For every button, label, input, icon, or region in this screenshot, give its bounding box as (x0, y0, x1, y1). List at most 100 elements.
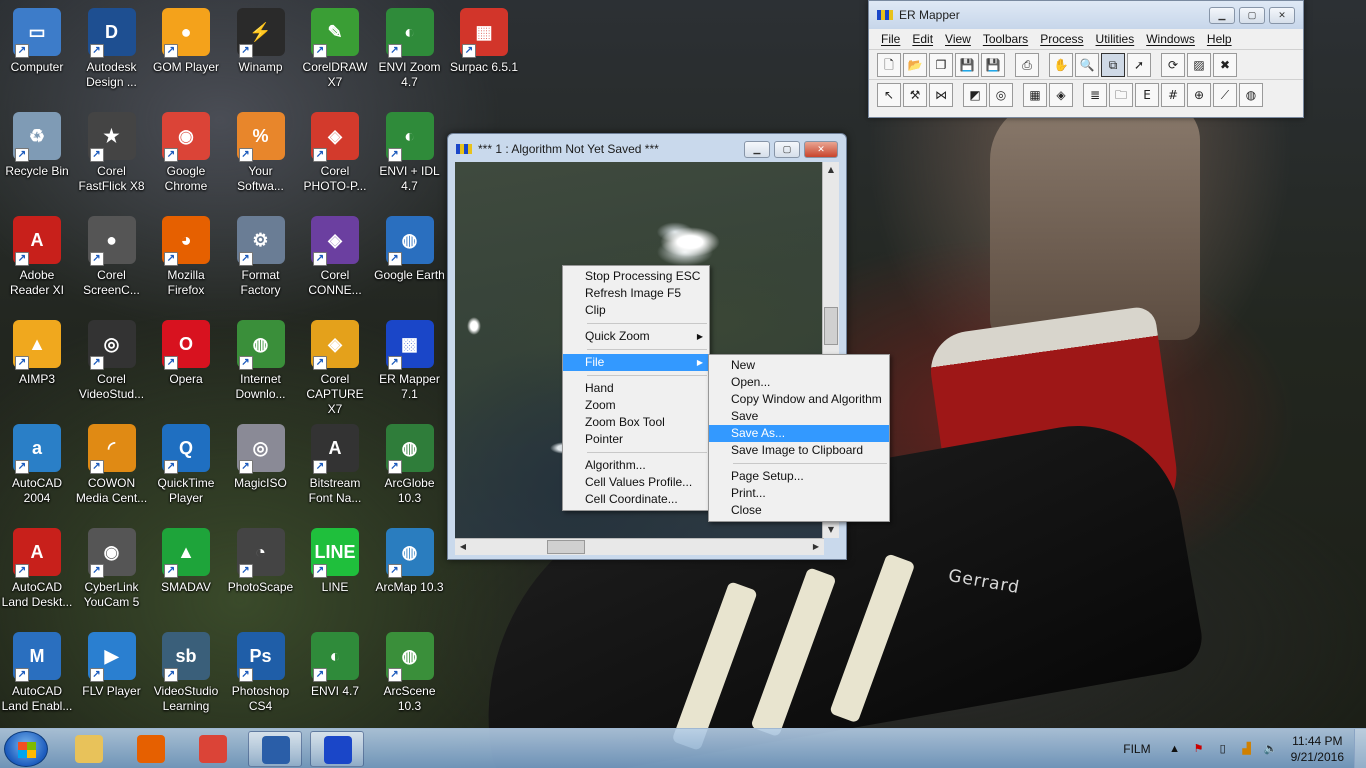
volume-icon[interactable]: 🔈 (1263, 741, 1279, 757)
desktop-icon[interactable]: ● ↗ Corel ScreenC... (75, 208, 149, 308)
folder-layers-icon[interactable]: 🗀 (1109, 82, 1133, 107)
vertical-scroll-thumb[interactable] (824, 307, 838, 345)
er-mapper-main-window[interactable]: ER Mapper ▁ ▢ ✕ File Edit View Toolbars Proc… (868, 0, 1304, 118)
desktop-icon[interactable]: ▩ ↗ ER Mapper 7.1 (373, 312, 447, 412)
menu-item-page-setup[interactable]: Page Setup... (709, 468, 889, 485)
menu-item-zoom[interactable]: Zoom (563, 397, 709, 414)
algorithm-window-titlebar[interactable]: *** 1 : Algorithm Not Yet Saved *** ▁ ▢ … (448, 134, 846, 164)
desktop-icon[interactable]: % ↗ Your Softwa... (224, 104, 298, 204)
menu-item-open[interactable]: Open... (709, 374, 889, 391)
stop-icon[interactable]: ✖ (1213, 52, 1237, 77)
er-minimize-button[interactable]: ▁ (1209, 6, 1235, 24)
desktop-icon[interactable]: D ↗ Autodesk Design ... (75, 0, 149, 100)
scroll-left-arrow-icon[interactable]: ◀ (455, 539, 471, 555)
zoom-icon[interactable]: 🔍 (1075, 52, 1099, 77)
save-icon[interactable]: 💾 (955, 52, 979, 77)
menu-item-save-image-to-clipboard[interactable]: Save Image to Clipboard (709, 442, 889, 459)
desktop-icon[interactable]: ◈ ↗ Corel PHOTO-P... (298, 104, 372, 204)
minimize-button[interactable]: ▁ (744, 140, 770, 158)
menu-item-copy-window-and-algorithm[interactable]: Copy Window and Algorithm (709, 391, 889, 408)
desktop-icon[interactable]: LINE ↗ LINE (298, 520, 372, 620)
taskbar-button-explorer[interactable] (62, 731, 116, 767)
tool-c-icon[interactable]: ⋈ (929, 82, 953, 107)
tool-a-icon[interactable]: ↖ (877, 82, 901, 107)
hand-icon[interactable]: ✋ (1049, 52, 1073, 77)
menu-item-print[interactable]: Print... (709, 485, 889, 502)
new-icon[interactable]: 🗋 (877, 52, 901, 77)
menu-item-file[interactable]: File ▶ (563, 354, 709, 371)
desktop-icon[interactable]: ♻ ↗ Recycle Bin (0, 104, 74, 204)
pointer-icon[interactable]: ➚ (1127, 52, 1151, 77)
menu-item-algorithm[interactable]: Algorithm... (563, 457, 709, 474)
er-mapper-titlebar[interactable]: ER Mapper ▁ ▢ ✕ (869, 1, 1303, 29)
signal-icon[interactable]: ▟ (1239, 741, 1255, 757)
tray-film-label[interactable]: FILM (1123, 742, 1150, 756)
menu-item-new[interactable]: New (709, 357, 889, 374)
grid-icon[interactable]: # (1161, 82, 1185, 107)
menu-item-zoom-box-tool[interactable]: Zoom Box Tool (563, 414, 709, 431)
tool-g-icon[interactable]: ◈ (1049, 82, 1073, 107)
desktop-icon[interactable]: ◎ ↗ Corel VideoStud... (75, 312, 149, 412)
scroll-up-arrow-icon[interactable]: ▲ (823, 162, 839, 178)
desktop-icon[interactable]: ◍ ↗ ArcGlobe 10.3 (373, 416, 447, 516)
menu-help[interactable]: Help (1201, 32, 1238, 46)
horizontal-scroll-thumb[interactable] (547, 540, 585, 554)
refresh-icon[interactable]: ⟳ (1161, 52, 1185, 77)
scroll-right-arrow-icon[interactable]: ▶ (808, 539, 824, 555)
menu-item-save[interactable]: Save (709, 408, 889, 425)
menu-item-hand[interactable]: Hand (563, 380, 709, 397)
er-maximize-button[interactable]: ▢ (1239, 6, 1265, 24)
desktop-icon[interactable]: ⚡ ↗ Winamp (224, 0, 298, 100)
desktop-icon[interactable]: ▲ ↗ SMADAV (149, 520, 223, 620)
desktop-icon[interactable]: ◐ ↗ ENVI Zoom 4.7 (373, 0, 447, 100)
desktop-icon[interactable]: ◐ ↗ ENVI + IDL 4.7 (373, 104, 447, 204)
menu-edit[interactable]: Edit (906, 32, 939, 46)
desktop-icon[interactable]: ◕ ↗ Mozilla Firefox (149, 208, 223, 308)
desktop-icon[interactable]: ▲ ↗ AIMP3 (0, 312, 74, 412)
menu-item-cell-coordinate[interactable]: Cell Coordinate... (563, 491, 709, 508)
open-icon[interactable]: 📂 (903, 52, 927, 77)
desktop-icon[interactable]: ◍ ↗ ArcScene 10.3 (373, 624, 447, 724)
maximize-button[interactable]: ▢ (774, 140, 800, 158)
menu-view[interactable]: View (939, 32, 977, 46)
menu-file[interactable]: File (875, 32, 906, 46)
desktop-icon[interactable]: ◎ ↗ MagicISO (224, 416, 298, 516)
tool-f-icon[interactable]: ▦ (1023, 82, 1047, 107)
taskbar-button-chrome-taskbar[interactable] (186, 731, 240, 767)
clock[interactable]: 11:44 PM 9/21/2016 (1291, 733, 1344, 765)
menu-item-pointer[interactable]: Pointer (563, 431, 709, 448)
menu-windows[interactable]: Windows (1140, 32, 1201, 46)
print-icon[interactable]: ⎙ (1015, 52, 1039, 77)
show-desktop-button[interactable] (1354, 729, 1366, 768)
formula-icon[interactable]: E (1135, 82, 1159, 107)
desktop-icon[interactable]: Q ↗ QuickTime Player (149, 416, 223, 516)
taskbar-button-firefox-taskbar[interactable] (124, 731, 178, 767)
menu-process[interactable]: Process (1034, 32, 1089, 46)
desktop-icon[interactable]: M ↗ AutoCAD Land Enabl... (0, 624, 74, 724)
copy-window-icon[interactable]: ❐ (929, 52, 953, 77)
desktop-icon[interactable]: ◈ ↗ Corel CONNE... (298, 208, 372, 308)
desktop-icon[interactable]: Ps ↗ Photoshop CS4 (224, 624, 298, 724)
desktop-icon[interactable]: ● ↗ GOM Player (149, 0, 223, 100)
menu-toolbars[interactable]: Toolbars (977, 32, 1034, 46)
desktop-icon[interactable]: ◍ ↗ ArcMap 10.3 (373, 520, 447, 620)
start-button[interactable] (4, 731, 48, 767)
desktop-icon[interactable]: ✎ ↗ CorelDRAW X7 (298, 0, 372, 100)
menu-utilities[interactable]: Utilities (1090, 32, 1141, 46)
er-close-button[interactable]: ✕ (1269, 6, 1295, 24)
menu-item-save-as[interactable]: Save As... (709, 425, 889, 442)
zoom-box-icon[interactable]: ⧉ (1101, 52, 1125, 77)
desktop-icon[interactable]: ◉ ↗ CyberLink YouCam 5 (75, 520, 149, 620)
desktop-icon[interactable]: A ↗ AutoCAD Land Deskt... (0, 520, 74, 620)
target-icon[interactable]: ⊕ (1187, 82, 1211, 107)
layers-icon[interactable]: ≣ (1083, 82, 1107, 107)
desktop-icon[interactable]: ◜ ↗ COWON Media Cent... (75, 416, 149, 516)
battery-icon[interactable]: ▯ (1215, 741, 1231, 757)
desktop-icon[interactable]: ★ ↗ Corel FastFlick X8 (75, 104, 149, 204)
taskbar-button-er-mapper-taskbar[interactable] (310, 731, 364, 767)
desktop-icon[interactable]: ▭ ↗ Computer (0, 0, 74, 100)
menu-item-cell-values-profile[interactable]: Cell Values Profile... (563, 474, 709, 491)
menu-item-quick-zoom[interactable]: Quick Zoom ▶ (563, 328, 709, 345)
show-hidden-icons-icon[interactable]: ▲ (1167, 741, 1183, 757)
scroll-down-arrow-icon[interactable]: ▼ (823, 522, 839, 538)
